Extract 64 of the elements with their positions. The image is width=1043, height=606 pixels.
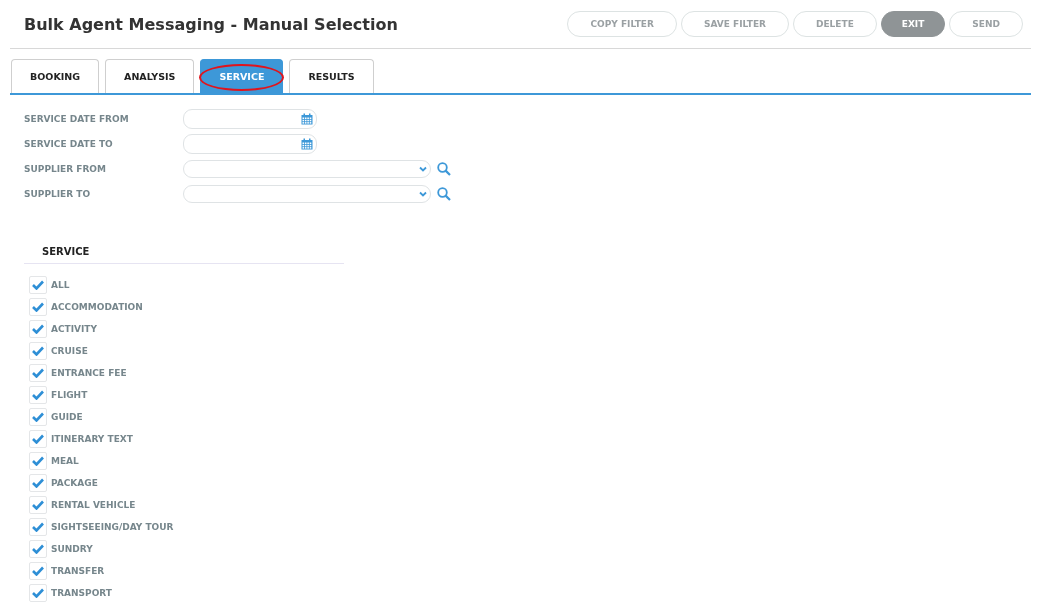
checkbox[interactable] [29,496,47,514]
checkmark-icon [32,390,44,400]
checkmark-icon [32,434,44,444]
search-icon[interactable] [437,187,451,201]
checkbox[interactable] [29,430,47,448]
search-icon[interactable] [437,162,451,176]
checkbox-label: ITINERARY TEXT [51,434,133,444]
checkbox-label: FLIGHT [51,390,88,400]
tab[interactable]: BOOKING [11,59,100,93]
checkbox-label: SIGHTSEEING/DAY TOUR [51,522,174,532]
calendar-icon[interactable] [301,113,313,125]
checkmark-icon [32,412,44,422]
checkbox[interactable] [29,342,47,360]
date-field[interactable] [183,134,317,154]
checkbox-label: MEAL [51,456,79,466]
checkbox[interactable] [29,298,47,316]
checkmark-icon [32,302,44,312]
field-label: SERVICE DATE FROM [24,114,130,124]
checkbox-label: TRANSFER [51,566,105,576]
toolbar-button[interactable]: EXIT [880,11,946,37]
checkbox-label: ALL [51,280,70,290]
calendar-icon[interactable] [301,138,313,150]
checkbox[interactable] [29,408,47,426]
checkmark-icon [32,566,44,576]
checkbox-label: RENTAL VEHICLE [51,500,136,510]
tab[interactable]: RESULTS [289,59,374,93]
checkbox[interactable] [29,518,47,536]
field-label: SUPPLIER TO [24,189,92,199]
checkmark-icon [32,280,44,290]
checkmark-icon [32,522,44,532]
checkbox[interactable] [29,540,47,558]
checkbox-label: ACCOMMODATION [51,302,143,312]
checkbox-label: TRANSPORT [51,588,112,598]
tab[interactable]: SERVICE [200,59,284,93]
checkmark-icon [32,368,44,378]
checkbox[interactable] [29,386,47,404]
checkbox[interactable] [29,562,47,580]
checkmark-icon [32,544,44,554]
checkbox[interactable] [29,364,47,382]
chevron-down-icon [419,191,427,197]
chevron-down-icon [419,166,427,172]
checkmark-icon [32,456,44,466]
checkmark-icon [32,324,44,334]
checkmark-icon [32,346,44,356]
checkmark-icon [32,478,44,488]
checkbox[interactable] [29,474,47,492]
field-label: SERVICE DATE TO [24,139,114,149]
checkbox-label: GUIDE [51,412,83,422]
checkbox[interactable] [29,276,47,294]
checkmark-icon [32,588,44,598]
section-heading: SERVICE [42,246,90,257]
tab[interactable]: ANALYSIS [105,59,195,93]
page-title: Bulk Agent Messaging - Manual Selection [24,14,398,34]
checkbox[interactable] [29,320,47,338]
checkbox[interactable] [29,584,47,602]
date-field[interactable] [183,109,317,129]
checkbox-label: PACKAGE [51,478,98,488]
checkmark-icon [32,500,44,510]
field-label: SUPPLIER FROM [24,164,107,174]
checkbox[interactable] [29,452,47,470]
checkbox-label: SUNDRY [51,544,93,554]
checkbox-label: ACTIVITY [51,324,98,334]
checkbox-label: CRUISE [51,346,88,356]
checkbox-label: ENTRANCE FEE [51,368,127,378]
